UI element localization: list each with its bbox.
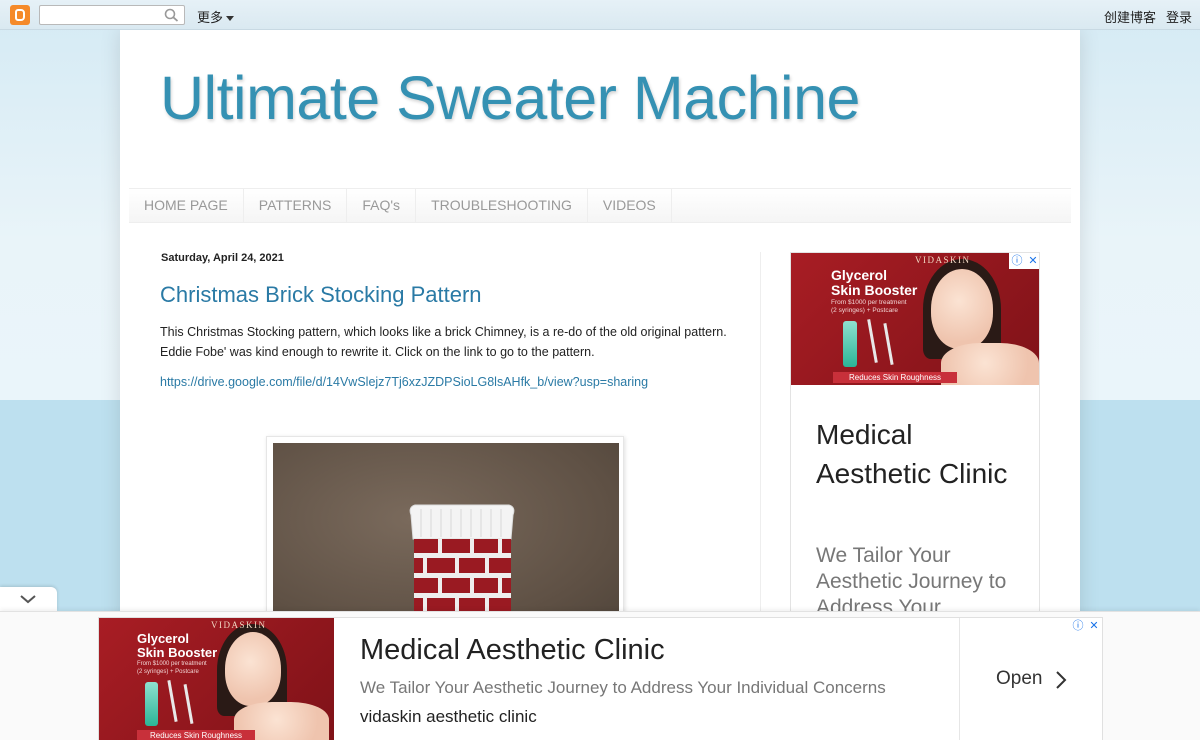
sign-in-link[interactable]: 登录 — [1166, 10, 1192, 25]
ad-bottle — [843, 321, 857, 367]
ad-bottle — [145, 682, 158, 726]
ad-syringe — [167, 680, 178, 722]
tab-faqs[interactable]: FAQ's — [347, 189, 417, 222]
blogger-logo-icon[interactable] — [10, 5, 30, 25]
anchor-ad-headline[interactable]: Medical Aesthetic Clinic — [360, 634, 665, 667]
ad-brand: VIDASKIN — [915, 255, 971, 265]
tab-videos[interactable]: VIDEOS — [588, 189, 672, 222]
anchor-ad-advertiser[interactable]: vidaskin aesthetic clinic — [360, 707, 537, 727]
tab-troubleshooting[interactable]: TROUBLESHOOTING — [416, 189, 588, 222]
blog-title[interactable]: Ultimate Sweater Machine — [160, 63, 860, 133]
chevron-right-icon — [1056, 671, 1067, 689]
ad-image-headline-2: Skin Booster — [137, 645, 218, 660]
anchor-ad[interactable]: VIDASKIN Glycerol Skin Booster From $100… — [98, 617, 1103, 740]
search-icon[interactable] — [164, 8, 180, 22]
blog-page: Ultimate Sweater Machine HOME PAGE PATTE… — [120, 30, 1080, 636]
ad-image-sub-1: From $1000 per treatment — [137, 661, 207, 667]
ad-image-strip: Reduces Skin Roughness — [137, 730, 255, 740]
stocking-photo — [273, 443, 619, 633]
anchor-ad-image[interactable]: VIDASKIN Glycerol Skin Booster From $100… — [99, 618, 334, 740]
collapse-ad-button[interactable] — [0, 587, 57, 611]
close-icon[interactable]: ✕ — [1025, 253, 1039, 269]
info-icon[interactable]: ⓘ — [1009, 253, 1025, 269]
ad-brand: VIDASKIN — [211, 620, 267, 630]
brick-stocking-illustration — [409, 504, 515, 633]
ad-image-sub-2: (2 syringes) + Postcare — [137, 669, 199, 675]
ad-description[interactable]: We Tailor Your Aesthetic Journey to Addr… — [816, 543, 1026, 621]
open-button[interactable]: Open — [959, 618, 1104, 740]
ad-image-sub-2: (2 syringes) + Postcare — [831, 307, 899, 314]
ad-image-strip: Reduces Skin Roughness — [833, 372, 957, 383]
post-title[interactable]: Christmas Brick Stocking Pattern — [160, 282, 482, 308]
sidebar-ad[interactable]: VIDASKIN Glycerol Skin Booster From $100… — [790, 252, 1040, 632]
ad-model-face — [931, 269, 993, 349]
post-body: This Christmas Stocking pattern, which l… — [160, 325, 727, 359]
pattern-link[interactable]: https://drive.google.com/file/d/14VwSlej… — [160, 375, 648, 389]
tab-home-page[interactable]: HOME PAGE — [129, 189, 244, 222]
ad-image-headline-2: Skin Booster — [831, 282, 918, 298]
anchor-ad-bar: VIDASKIN Glycerol Skin Booster From $100… — [0, 611, 1200, 740]
ad-image-headline-1: Glycerol — [831, 267, 888, 283]
ad-image-sub-1: From $1000 per treatment — [831, 299, 907, 306]
ad-model-face — [225, 632, 281, 706]
more-menu[interactable]: 更多 — [197, 7, 235, 26]
open-button-label: Open — [996, 668, 1043, 689]
ad-image-headline-1: Glycerol — [137, 631, 190, 646]
ad-syringe — [867, 319, 878, 363]
chevron-down-icon — [226, 16, 235, 22]
sidebar-divider — [760, 252, 761, 632]
blogger-navbar: 更多 创建博客 登录 — [0, 0, 1200, 30]
post-image[interactable] — [266, 436, 624, 636]
search-input[interactable] — [39, 5, 185, 25]
ad-choices[interactable]: ⓘ ✕ — [1009, 253, 1039, 269]
more-menu-label: 更多 — [197, 10, 224, 25]
page-tabs: HOME PAGE PATTERNS FAQ's TROUBLESHOOTING… — [129, 188, 1071, 223]
chevron-down-icon — [20, 595, 36, 604]
ad-syringe — [183, 684, 194, 724]
post-date: Saturday, April 24, 2021 — [161, 252, 284, 264]
ad-headline[interactable]: Medical Aesthetic Clinic — [816, 415, 1026, 493]
ad-image[interactable]: VIDASKIN Glycerol Skin Booster From $100… — [791, 253, 1039, 385]
ad-syringe — [883, 323, 894, 365]
anchor-ad-description[interactable]: We Tailor Your Aesthetic Journey to Addr… — [360, 678, 886, 698]
create-blog-link[interactable]: 创建博客 — [1104, 10, 1156, 25]
tab-patterns[interactable]: PATTERNS — [244, 189, 348, 222]
